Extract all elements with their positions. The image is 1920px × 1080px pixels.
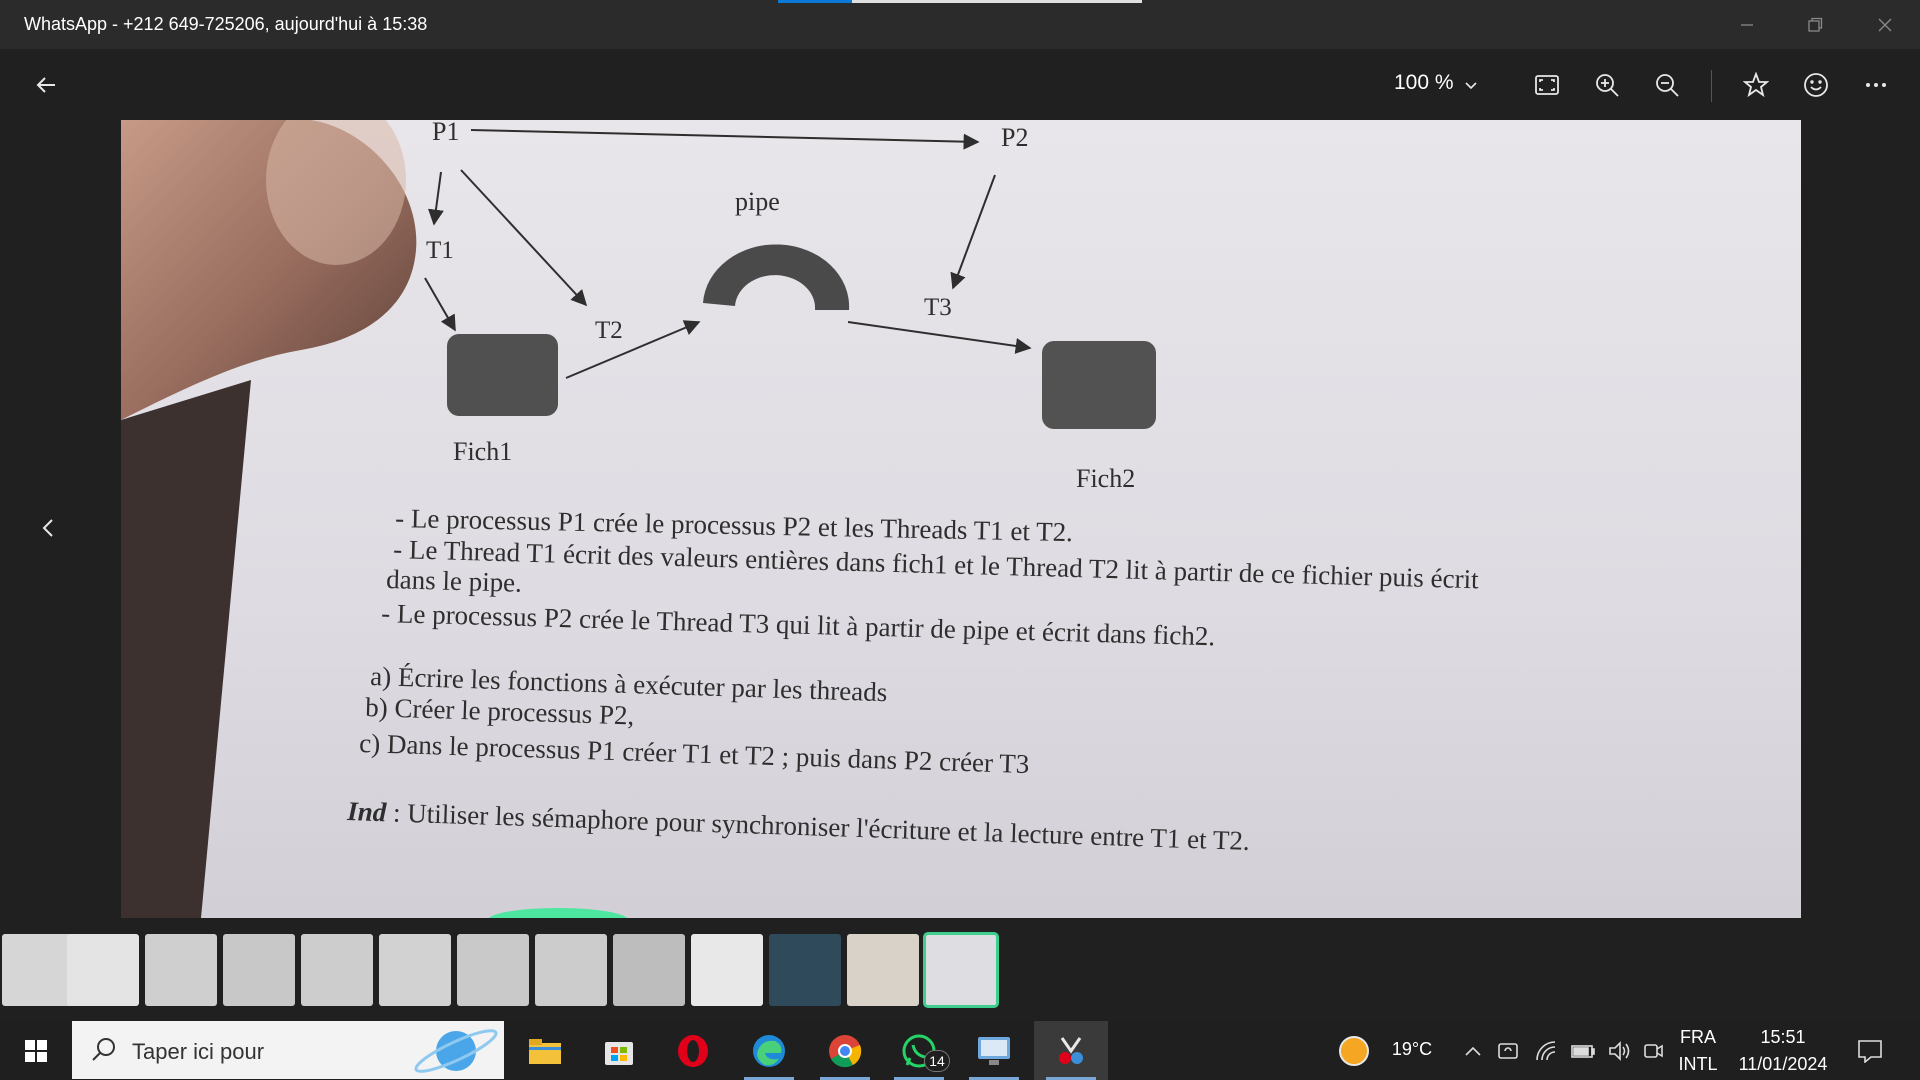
fich2-shape xyxy=(1042,341,1156,429)
notification-icon xyxy=(1858,1040,1882,1063)
zoom-in-button[interactable] xyxy=(1583,61,1631,109)
pipe-shape xyxy=(703,244,850,310)
chrome-icon xyxy=(829,1034,862,1067)
edge-icon xyxy=(753,1034,785,1067)
fit-to-window-button[interactable] xyxy=(1523,61,1571,109)
opera-icon xyxy=(678,1034,708,1067)
close-icon xyxy=(1878,18,1892,31)
fich1-shape xyxy=(447,334,558,416)
feedback-button[interactable] xyxy=(1792,61,1840,109)
filmstrip-thumbnail[interactable] xyxy=(223,934,295,1006)
label-p2: P2 xyxy=(1001,123,1028,152)
label-p1: P1 xyxy=(432,120,459,146)
taskbar-search-box[interactable]: Taper ici pour xyxy=(72,1021,504,1079)
sun-icon xyxy=(1339,1036,1369,1066)
label-t2: T2 xyxy=(595,317,623,344)
loading-bar-progress xyxy=(778,0,852,3)
hint-line: Ind : Utiliser les sémaphore pour synchr… xyxy=(346,796,1250,856)
search-icon xyxy=(92,1038,115,1061)
label-fich2: Fich2 xyxy=(1076,464,1135,493)
weather-widget[interactable] xyxy=(1330,1027,1378,1075)
zoom-out-button[interactable] xyxy=(1643,61,1691,109)
chevron-up-icon xyxy=(1465,1046,1481,1056)
taskbar-whatsapp[interactable] xyxy=(882,1021,956,1080)
filmstrip xyxy=(0,931,1920,1009)
store-icon xyxy=(605,1041,633,1065)
battery-icon xyxy=(1571,1045,1595,1058)
filmstrip-thumbnail[interactable] xyxy=(457,934,529,1006)
smiley-icon xyxy=(1804,73,1828,97)
label-pipe: pipe xyxy=(735,187,780,216)
input-language-top[interactable]: FRA xyxy=(1670,1027,1726,1048)
loading-bar-track xyxy=(852,0,1142,3)
filmstrip-thumbnail[interactable] xyxy=(145,934,217,1006)
restore-button[interactable] xyxy=(1780,0,1850,49)
taskbar-edge[interactable] xyxy=(732,1021,806,1080)
restore-icon xyxy=(1808,17,1823,32)
taskbar-remote-desktop[interactable] xyxy=(957,1021,1031,1080)
taskbar-store[interactable] xyxy=(582,1021,656,1080)
filmstrip-thumbnail[interactable] xyxy=(67,934,139,1006)
clock-time[interactable]: 15:51 xyxy=(1730,1027,1836,1048)
computer-monitor-icon xyxy=(978,1036,1010,1065)
more-dots-icon xyxy=(1866,83,1886,87)
minimize-icon xyxy=(1741,23,1753,26)
input-language-bottom[interactable]: INTL xyxy=(1670,1054,1726,1075)
notifications-button[interactable] xyxy=(1846,1027,1894,1075)
taskbar-chrome[interactable] xyxy=(808,1021,882,1080)
photos-app-icon xyxy=(1059,1036,1083,1064)
speaker-icon xyxy=(1609,1041,1630,1061)
question-c: c) Dans le processus P1 créer T1 et T2 ;… xyxy=(359,728,1030,779)
chevron-down-icon xyxy=(1465,82,1477,90)
window-title: WhatsApp - +212 649-725206, aujourd'hui … xyxy=(24,14,428,34)
taskbar-photos[interactable] xyxy=(1034,1021,1108,1080)
start-button[interactable] xyxy=(12,1027,60,1075)
label-t1: T1 xyxy=(426,237,454,264)
bullet-line-3: dans le pipe. xyxy=(386,564,523,598)
close-button[interactable] xyxy=(1850,0,1920,49)
filmstrip-thumbnail[interactable] xyxy=(847,934,919,1006)
whatsapp-unread-badge: 14 xyxy=(924,1050,950,1072)
filmstrip-thumbnail[interactable] xyxy=(535,934,607,1006)
filmstrip-thumbnail[interactable] xyxy=(301,934,373,1006)
zoom-out-icon xyxy=(1656,74,1679,97)
filmstrip-thumbnail[interactable] xyxy=(379,934,451,1006)
title-bar: WhatsApp - +212 649-725206, aujourd'hui … xyxy=(0,0,1920,49)
toolbar-separator xyxy=(1711,70,1712,102)
search-placeholder: Taper ici pour xyxy=(132,1039,265,1064)
filmstrip-thumbnail[interactable] xyxy=(613,934,685,1006)
taskbar-file-explorer[interactable] xyxy=(508,1021,582,1080)
windows-logo-icon xyxy=(25,1040,47,1062)
filmstrip-thumbnail[interactable] xyxy=(769,934,841,1006)
star-icon xyxy=(1743,72,1769,98)
filmstrip-thumbnail-selected[interactable] xyxy=(923,932,999,1008)
wifi-icon xyxy=(1536,1041,1556,1061)
clock-date[interactable]: 11/01/2024 xyxy=(1730,1054,1836,1075)
bullet-line-4: - Le processus P2 crée le Thread T3 qui … xyxy=(381,598,1216,651)
filmstrip-thumbnail[interactable] xyxy=(2,934,74,1006)
camera-icon xyxy=(1644,1044,1663,1058)
sync-icon xyxy=(1498,1043,1518,1059)
back-arrow-icon xyxy=(36,77,55,93)
weather-temperature: 19°C xyxy=(1391,1039,1433,1059)
chevron-left-icon xyxy=(42,519,53,537)
fit-window-icon xyxy=(1535,75,1559,95)
taskbar-opera[interactable] xyxy=(656,1021,730,1080)
zoom-in-icon xyxy=(1596,74,1619,97)
favorite-button[interactable] xyxy=(1732,61,1780,109)
filmstrip-thumbnail[interactable] xyxy=(691,934,763,1006)
previous-image-button[interactable] xyxy=(24,504,72,552)
search-highlight-icon xyxy=(414,1029,498,1073)
photo-viewer-image: P1 P2 T1 T2 T3 pipe Fich1 Fich2 - Le pro… xyxy=(121,120,1801,918)
minimize-button[interactable] xyxy=(1712,0,1782,49)
label-t3: T3 xyxy=(924,294,952,321)
zoom-dropdown-button[interactable] xyxy=(1456,61,1486,109)
label-fich1: Fich1 xyxy=(453,437,512,466)
more-options-button[interactable] xyxy=(1852,61,1900,109)
back-button[interactable] xyxy=(22,61,70,109)
zoom-level[interactable]: 100 % xyxy=(1394,71,1454,95)
folder-icon xyxy=(529,1038,561,1064)
